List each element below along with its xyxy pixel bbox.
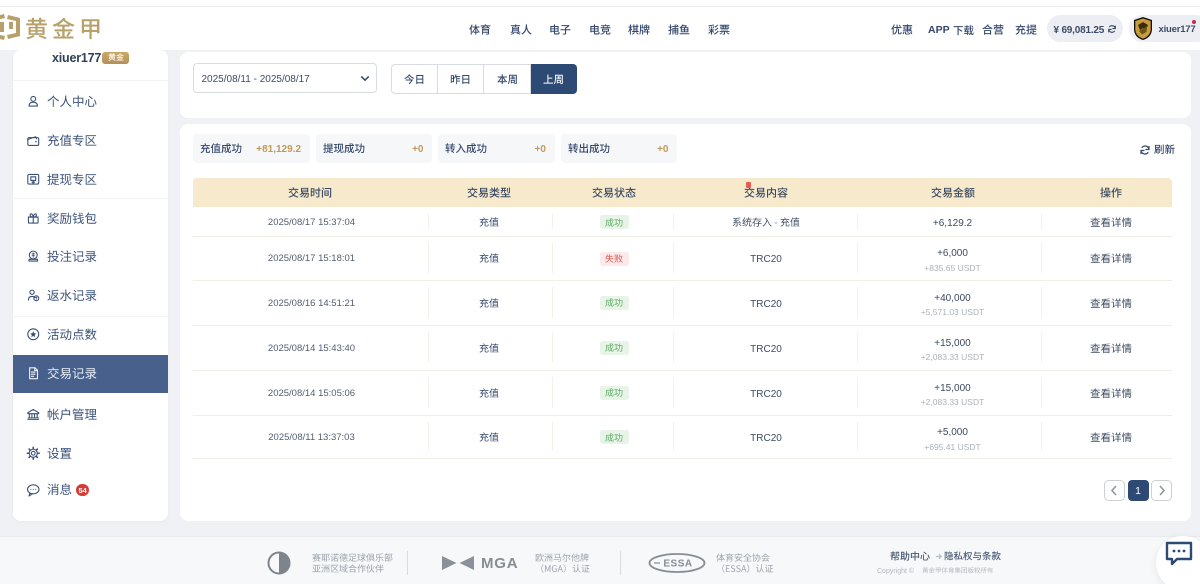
svg-text:ESSA: ESSA (663, 559, 692, 570)
